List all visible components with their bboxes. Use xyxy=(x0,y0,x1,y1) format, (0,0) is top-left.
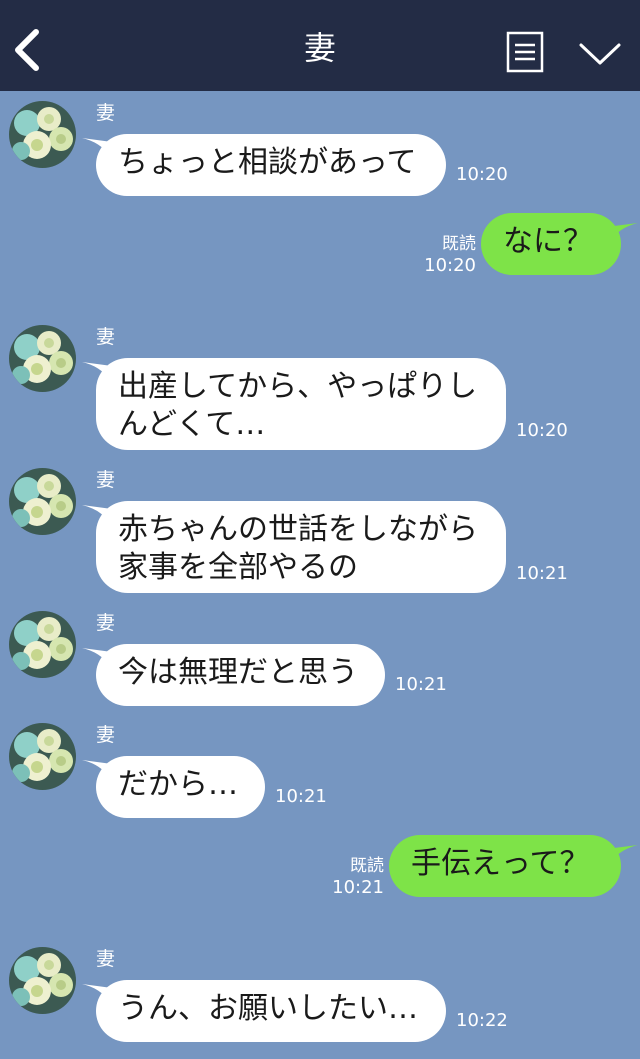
message-bubble[interactable]: うん、お願いしたい… xyxy=(96,980,446,1042)
contact-avatar[interactable] xyxy=(9,947,76,1014)
message-bubble[interactable]: 赤ちゃんの世話をしながら家事を全部やるの xyxy=(96,501,506,593)
message-time: 10:20 xyxy=(456,164,508,185)
message-time: 10:20 xyxy=(516,420,568,441)
message-time: 10:21 xyxy=(275,786,327,807)
rose-avatar-icon xyxy=(9,325,76,392)
read-receipt: 既読 10:21 xyxy=(332,856,384,898)
contact-avatar[interactable] xyxy=(9,611,76,678)
rose-avatar-icon xyxy=(9,468,76,535)
sender-name: 妻 xyxy=(96,948,116,970)
sender-name: 妻 xyxy=(96,724,116,746)
rose-avatar-icon xyxy=(9,723,76,790)
message-bubble[interactable]: 今は無理だと思う xyxy=(96,644,385,706)
contact-avatar[interactable] xyxy=(9,468,76,535)
contact-avatar[interactable] xyxy=(9,325,76,392)
rose-avatar-icon xyxy=(9,101,76,168)
message-bubble[interactable]: ちょっと相談があって xyxy=(96,134,446,196)
menu-list-icon[interactable] xyxy=(506,31,544,73)
message-bubble[interactable]: だから… xyxy=(96,756,265,818)
message-bubble[interactable]: なに？ xyxy=(481,213,621,275)
chevron-down-icon[interactable] xyxy=(578,40,622,68)
contact-avatar[interactable] xyxy=(9,723,76,790)
sender-name: 妻 xyxy=(96,612,116,634)
sender-name: 妻 xyxy=(96,469,116,491)
rose-avatar-icon xyxy=(9,947,76,1014)
message-time: 10:21 xyxy=(395,674,447,695)
message-bubble[interactable]: 手伝えって？ xyxy=(389,835,621,897)
chat-header: 妻 xyxy=(0,0,640,91)
rose-avatar-icon xyxy=(9,611,76,678)
sender-name: 妻 xyxy=(96,102,116,124)
chat-title: 妻 xyxy=(303,29,336,67)
message-bubble[interactable]: 出産してから、やっぱりしんどくて… xyxy=(96,358,506,450)
message-time: 10:21 xyxy=(516,563,568,584)
message-time: 10:22 xyxy=(456,1010,508,1031)
read-receipt: 既読 10:20 xyxy=(424,234,476,276)
contact-avatar[interactable] xyxy=(9,101,76,168)
sender-name: 妻 xyxy=(96,326,116,348)
